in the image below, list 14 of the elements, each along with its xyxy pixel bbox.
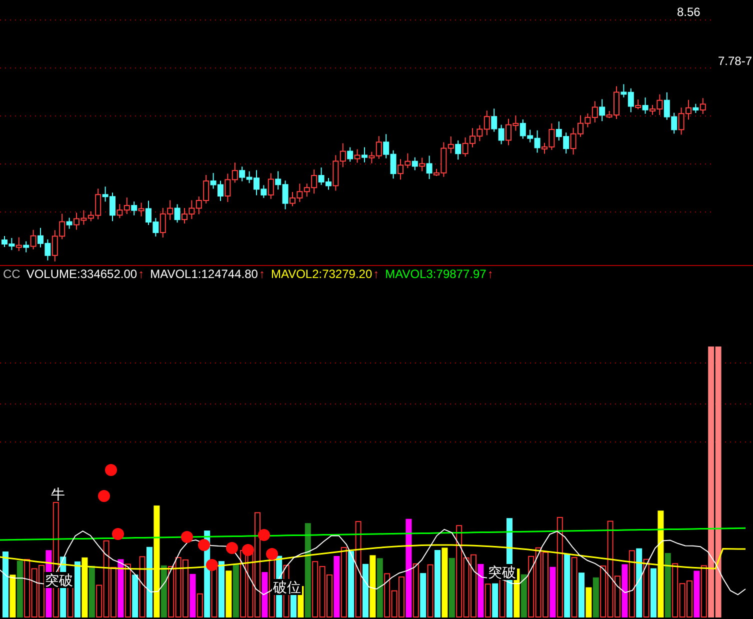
indicator-reading: VOLUME:334652.00: [26, 266, 138, 283]
high-price-label: 8.56: [677, 4, 700, 21]
up-arrow: ↑: [258, 266, 265, 283]
up-arrow: ↑: [487, 266, 494, 283]
indicator-reading: MAVOL2:73279.20: [270, 266, 372, 283]
signal-label: 破位: [272, 579, 302, 595]
up-arrow: ↑: [138, 266, 144, 283]
signal-label: 突破: [44, 572, 74, 588]
indicator-reading: MAVOL1:124744.80: [150, 266, 258, 283]
indicator-reading: MAVOL3:79877.97: [385, 266, 486, 283]
up-arrow: ↑: [373, 266, 380, 283]
indicator-name: CC: [2, 266, 20, 283]
signal-label: 突破: [487, 564, 517, 580]
signal-label: 牛: [50, 486, 66, 502]
